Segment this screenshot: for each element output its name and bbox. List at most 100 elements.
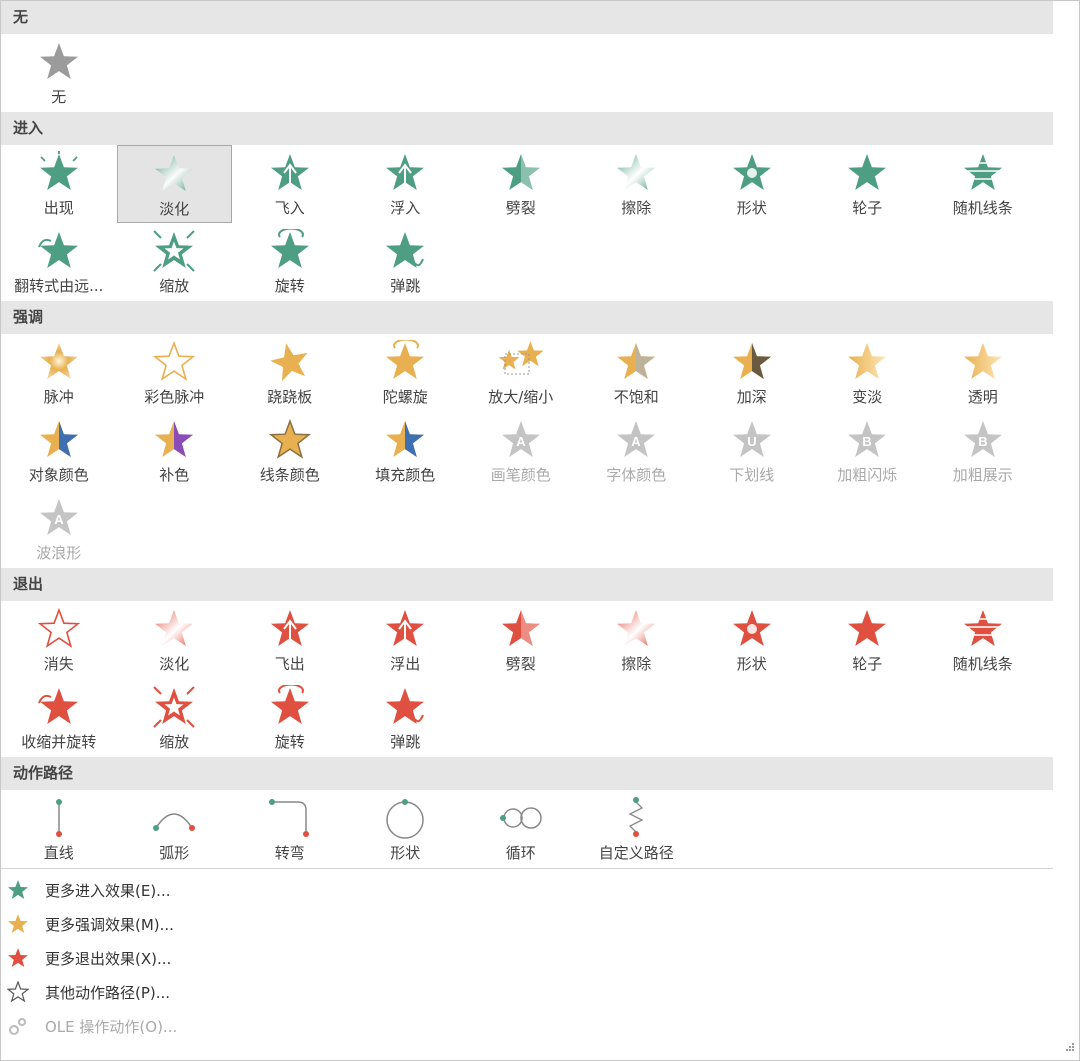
effect-entrance-3[interactable]: 浮入: [348, 145, 464, 223]
effect-motion-1[interactable]: 弧形: [117, 790, 233, 868]
effect-label: 形状: [390, 844, 421, 862]
effect-entrance-2[interactable]: 飞入: [232, 145, 348, 223]
effect-label: 擦除: [621, 199, 652, 217]
effect-label: 劈裂: [505, 199, 536, 217]
effect-exit-2[interactable]: 飞出: [232, 601, 348, 679]
swivel-icon: [268, 685, 312, 729]
effect-label: 旋转: [274, 733, 305, 751]
wave-icon: A: [37, 496, 81, 540]
bounce-icon: [383, 229, 427, 273]
effect-exit-11[interactable]: 旋转: [232, 679, 348, 757]
effect-emphasis-4[interactable]: 放大/缩小: [463, 334, 579, 412]
effect-entrance-4[interactable]: 劈裂: [463, 145, 579, 223]
brush-color-icon: A: [499, 418, 543, 462]
effect-motion-4[interactable]: 循环: [463, 790, 579, 868]
effect-label: 加粗展示: [952, 466, 1013, 484]
fill-color-icon: [383, 418, 427, 462]
effect-emphasis-1[interactable]: 彩色脉冲: [117, 334, 233, 412]
effect-exit-4[interactable]: 劈裂: [463, 601, 579, 679]
effect-exit-7[interactable]: 轮子: [810, 601, 926, 679]
section-header-none: 无: [1, 1, 1053, 34]
grid-emphasis: 脉冲 彩色脉冲 跷跷板 陀螺旋 放大/缩小 不饱和 加深 变淡 透明对象颜色 补色 线条颜色 填充颜色…: [1, 334, 1079, 568]
effect-entrance-10[interactable]: 缩放: [117, 223, 233, 301]
effect-label: 加粗闪烁: [837, 466, 898, 484]
effect-emphasis-12[interactable]: 填充颜色: [348, 412, 464, 490]
section-header-entrance: 进入: [1, 112, 1053, 145]
effect-emphasis-16: B 加粗闪烁: [810, 412, 926, 490]
effect-emphasis-8[interactable]: 透明: [925, 334, 1041, 412]
resize-grip-icon[interactable]: [1065, 1037, 1075, 1056]
effect-entrance-6[interactable]: 形状: [694, 145, 810, 223]
effect-emphasis-7[interactable]: 变淡: [810, 334, 926, 412]
effect-exit-3[interactable]: 浮出: [348, 601, 464, 679]
effect-entrance-11[interactable]: 旋转: [232, 223, 348, 301]
effect-entrance-5[interactable]: 擦除: [579, 145, 695, 223]
more-effects-item-3[interactable]: 其他动作路径(P)...: [1, 975, 1079, 1009]
shape-icon: [730, 151, 774, 195]
effect-label: 出现: [43, 199, 74, 217]
effect-entrance-12[interactable]: 弹跳: [348, 223, 464, 301]
effect-label: 飞出: [274, 655, 305, 673]
float-out-icon: [383, 607, 427, 651]
more-effects-label: 更多强调效果(M)...: [45, 915, 174, 934]
section-title-motion-paths: 动作路径: [13, 764, 74, 782]
effect-entrance-9[interactable]: 翻转式由远...: [1, 223, 117, 301]
effect-exit-10[interactable]: 缩放: [117, 679, 233, 757]
effect-entrance-7[interactable]: 轮子: [810, 145, 926, 223]
wheel-icon: [845, 607, 889, 651]
spin-icon: [383, 340, 427, 384]
effect-exit-0[interactable]: 消失: [1, 601, 117, 679]
effect-emphasis-0[interactable]: 脉冲: [1, 334, 117, 412]
effect-emphasis-10[interactable]: 补色: [117, 412, 233, 490]
effect-emphasis-3[interactable]: 陀螺旋: [348, 334, 464, 412]
effect-exit-12[interactable]: 弹跳: [348, 679, 464, 757]
shrink-turn-icon: [37, 685, 81, 729]
turn-path-icon: [268, 796, 312, 840]
effect-label: 翻转式由远...: [14, 277, 104, 295]
effect-label: 变淡: [852, 388, 883, 406]
effect-label: 消失: [43, 655, 74, 673]
effect-emphasis-5[interactable]: 不饱和: [579, 334, 695, 412]
effect-entrance-0[interactable]: 出现: [1, 145, 117, 223]
effect-emphasis-2[interactable]: 跷跷板: [232, 334, 348, 412]
green-star-icon: [7, 879, 39, 901]
effect-motion-0[interactable]: 直线: [1, 790, 117, 868]
effect-label: 形状: [736, 655, 767, 673]
effect-exit-1[interactable]: 淡化: [117, 601, 233, 679]
more-effects-item-2[interactable]: 更多退出效果(X)...: [1, 941, 1079, 975]
effect-emphasis-15: U 下划线: [694, 412, 810, 490]
section-header-exit: 退出: [1, 568, 1053, 601]
effects-row: 收缩并旋转 缩放 旋转 弹跳: [1, 679, 1079, 757]
custom-path-icon: [614, 796, 658, 840]
effect-label: 擦除: [621, 655, 652, 673]
teeter-icon: [268, 340, 312, 384]
effect-entrance-8[interactable]: 随机线条: [925, 145, 1041, 223]
effect-motion-5[interactable]: 自定义路径: [579, 790, 695, 868]
effects-row: 直线 弧形 转弯 形状 循环 自定义路径: [1, 790, 1079, 868]
effect-entrance-1[interactable]: 淡化: [116, 145, 232, 223]
effect-emphasis-11[interactable]: 线条颜色: [232, 412, 348, 490]
effects-row: 无: [1, 34, 1079, 112]
svg-text:B: B: [863, 434, 872, 449]
more-effects-item-0[interactable]: 更多进入效果(E)...: [1, 873, 1079, 907]
effect-emphasis-18: A 波浪形: [1, 490, 117, 568]
effect-label: 波浪形: [36, 544, 82, 562]
effect-motion-3[interactable]: 形状: [348, 790, 464, 868]
more-effects-item-4: OLE 操作动作(O)...: [1, 1009, 1079, 1043]
effect-label: 放大/缩小: [488, 388, 554, 406]
effect-exit-9[interactable]: 收缩并旋转: [1, 679, 117, 757]
line-path-icon: [37, 796, 81, 840]
effect-exit-5[interactable]: 擦除: [579, 601, 695, 679]
effect-emphasis-6[interactable]: 加深: [694, 334, 810, 412]
effect-emphasis-9[interactable]: 对象颜色: [1, 412, 117, 490]
more-effects-item-1[interactable]: 更多强调效果(M)...: [1, 907, 1079, 941]
effect-exit-6[interactable]: 形状: [694, 601, 810, 679]
gold-star-icon: [7, 913, 39, 935]
effect-none-0[interactable]: 无: [1, 34, 117, 112]
grow-turn-icon: [37, 229, 81, 273]
effect-exit-8[interactable]: 随机线条: [925, 601, 1041, 679]
appear-icon: [37, 151, 81, 195]
effect-label: 弧形: [159, 844, 190, 862]
effect-motion-2[interactable]: 转弯: [232, 790, 348, 868]
effect-label: 淡化: [159, 655, 190, 673]
